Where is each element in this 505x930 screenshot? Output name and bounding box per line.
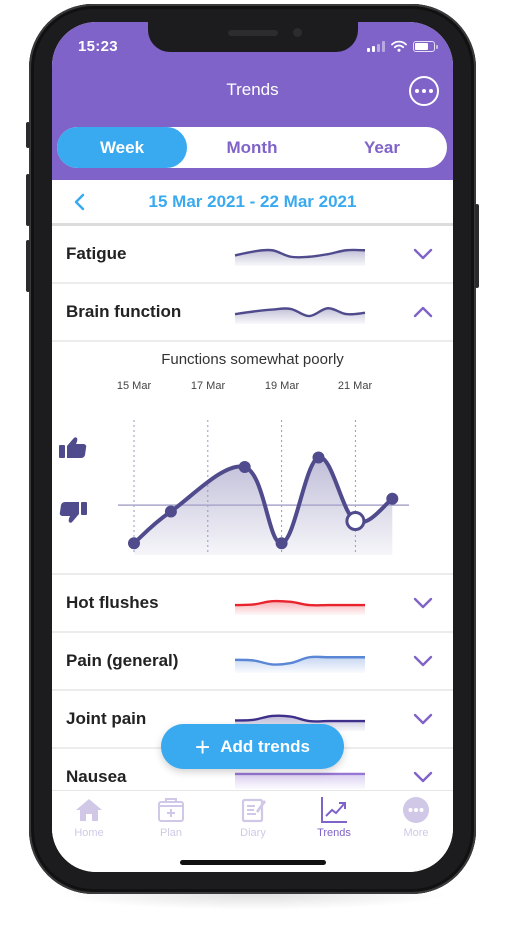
chevron-down-icon[interactable]	[412, 769, 434, 785]
wifi-icon	[391, 40, 407, 52]
chevron-down-icon[interactable]	[412, 711, 434, 727]
trend-row-fatigue[interactable]: Fatigue	[52, 226, 453, 284]
home-icon	[76, 799, 102, 821]
diary-icon	[241, 798, 266, 823]
tab-label: More	[403, 827, 429, 839]
notch	[148, 22, 358, 52]
data-point[interactable]	[238, 461, 251, 474]
tab-label: Diary	[240, 827, 266, 839]
speaker	[228, 30, 278, 36]
mute-switch	[26, 122, 30, 148]
camera	[293, 28, 302, 37]
brain-function-chart	[118, 420, 409, 555]
status-time: 15:23	[78, 38, 118, 55]
segment-year[interactable]: Year	[317, 127, 447, 168]
segment-month[interactable]: Month	[187, 127, 317, 168]
sparkline	[234, 655, 365, 673]
page-title: Trends	[226, 80, 279, 99]
more-options-button[interactable]	[409, 76, 439, 106]
medkit-icon	[158, 798, 184, 822]
add-trends-button[interactable]: + Add trends	[161, 724, 344, 769]
plus-icon: +	[195, 731, 211, 762]
segment-week[interactable]: Week	[57, 127, 187, 168]
tab-home[interactable]: Home	[54, 795, 124, 839]
sparkline	[234, 599, 365, 615]
status-icons	[367, 40, 438, 52]
sparkline-area	[235, 773, 365, 789]
trend-row-brain-function[interactable]: Brain function	[52, 284, 453, 342]
tab-label: Plan	[159, 827, 183, 839]
tab-label: Home	[74, 827, 104, 839]
chevron-down-icon[interactable]	[412, 653, 434, 669]
sparkline	[234, 307, 366, 324]
trend-row-pain-general[interactable]: Pain (general)	[52, 633, 453, 691]
date-range-label: 15 Mar 2021 - 22 Mar 2021	[148, 192, 357, 211]
volume-down-button	[26, 240, 30, 292]
home-indicator	[180, 860, 326, 865]
tab-label: Trends	[317, 827, 351, 839]
add-trends-label: Add trends	[220, 736, 310, 756]
trend-label: Nausea	[66, 767, 127, 786]
data-point[interactable]	[164, 505, 177, 518]
chevron-up-icon[interactable]	[412, 304, 434, 320]
tab-more[interactable]: More	[381, 795, 451, 839]
volume-up-button	[26, 174, 30, 226]
period-segmented-control: Week Month Year	[57, 127, 447, 168]
tab-plan[interactable]: Plan	[136, 795, 206, 839]
chevron-down-icon[interactable]	[412, 246, 434, 262]
tab-trends[interactable]: Trends	[299, 795, 369, 839]
power-button	[475, 204, 479, 288]
trend-row-hot-flushes[interactable]: Hot flushes	[52, 575, 453, 633]
selected-data-point[interactable]	[345, 511, 366, 532]
sparkline	[234, 248, 366, 266]
battery-icon	[413, 40, 438, 52]
brain-function-chart-panel: Functions somewhat poorly 15 Mar 17 Mar …	[52, 342, 453, 575]
data-point[interactable]	[275, 537, 288, 550]
sparkline	[235, 772, 365, 789]
more-dots-icon	[403, 797, 429, 823]
date-range-row: 15 Mar 2021 - 22 Mar 2021	[52, 180, 453, 226]
more-dots-icon	[415, 89, 419, 93]
trend-label: Hot flushes	[66, 593, 159, 612]
trend-label: Fatigue	[66, 244, 127, 263]
data-point[interactable]	[128, 537, 140, 550]
trends-chart-icon	[321, 797, 347, 823]
trend-label: Pain (general)	[66, 651, 179, 670]
app-screen: 15:23 Trends Week Month Year 15 Mar 2021	[52, 22, 453, 872]
chevron-down-icon[interactable]	[412, 595, 434, 611]
tab-diary[interactable]: Diary	[218, 795, 288, 839]
trend-label: Brain function	[66, 302, 182, 321]
trend-label: Joint pain	[66, 709, 147, 728]
data-point[interactable]	[386, 492, 399, 505]
signal-icon	[367, 40, 385, 52]
sparkline-line	[234, 599, 365, 607]
data-point[interactable]	[312, 451, 325, 464]
